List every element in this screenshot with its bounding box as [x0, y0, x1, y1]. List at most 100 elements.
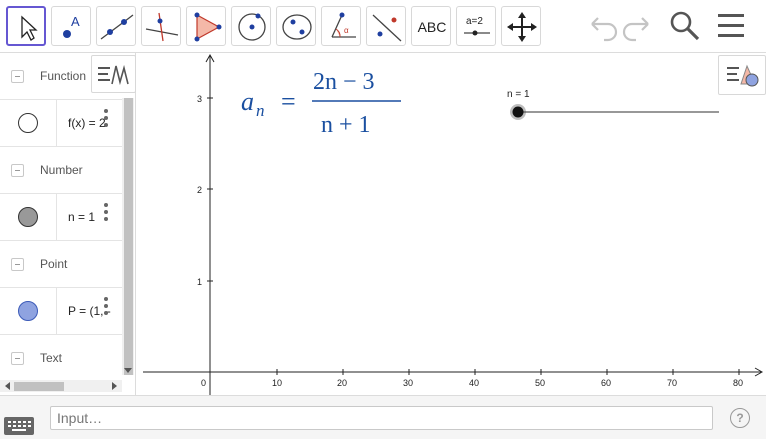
point-tool-button[interactable]: A: [51, 6, 91, 46]
horizontal-scroll-thumb[interactable]: [14, 382, 64, 391]
y-tick-label: 2: [197, 185, 202, 195]
algebra-input-field[interactable]: [50, 406, 713, 430]
redo-icon: [622, 17, 649, 42]
more-options-icon[interactable]: [103, 297, 109, 317]
function-definition[interactable]: f(x) = 2: [68, 116, 106, 130]
search-button[interactable]: [667, 8, 703, 44]
help-icon[interactable]: ?: [730, 408, 750, 428]
svg-text:α: α: [344, 26, 349, 35]
divider: [56, 100, 57, 147]
slider-knob[interactable]: [512, 106, 524, 118]
graphics-style-icon: [727, 64, 759, 87]
x-tick-label: 70: [667, 378, 677, 388]
ellipse-tool-button[interactable]: [276, 6, 316, 46]
x-tick-label: 40: [469, 378, 479, 388]
x-tick-label: 20: [337, 378, 347, 388]
text-tool-label: ABC: [417, 19, 447, 35]
x-tick-label: 60: [601, 378, 611, 388]
main-menu-button[interactable]: [714, 8, 750, 44]
number-definition[interactable]: n = 1: [68, 210, 95, 224]
menu-icon: [718, 14, 744, 37]
scroll-right-icon[interactable]: [110, 381, 120, 391]
group-label: Text: [40, 351, 63, 365]
algebra-style-icon: [98, 64, 129, 86]
more-options-icon[interactable]: [103, 203, 109, 223]
text-tool-button[interactable]: ABC: [411, 6, 451, 46]
divider: [56, 194, 57, 241]
collapse-toggle[interactable]: [11, 258, 24, 271]
graphics-canvas[interactable]: 0 10 20 30 40 50 60 70 80 1 2 3 a n = 2n…: [137, 53, 766, 395]
slider-n[interactable]: n = 1: [507, 89, 719, 120]
group-point[interactable]: Point: [0, 241, 122, 288]
algebra-view: Function f(x) = 2 Number n = 1 Point P =…: [0, 53, 136, 395]
formula-text[interactable]: a n = 2n − 3 n + 1: [241, 69, 401, 138]
input-bar: ?: [0, 395, 766, 439]
x-tick-label: 80: [733, 378, 743, 388]
visibility-marble[interactable]: [18, 207, 38, 227]
algebra-item-n[interactable]: n = 1: [0, 194, 122, 241]
redo-button[interactable]: [620, 8, 656, 44]
reflect-tool-button[interactable]: [366, 6, 406, 46]
move-tool-button[interactable]: [6, 6, 46, 46]
group-label: Number: [40, 163, 83, 177]
slider-icon: a=2: [464, 16, 490, 36]
line-icon: [100, 14, 134, 40]
undo-button[interactable]: [584, 8, 620, 44]
perpendicular-line-icon: [145, 12, 179, 42]
slider-label: n = 1: [507, 89, 530, 100]
line-tool-button[interactable]: [96, 6, 136, 46]
algebra-item-P[interactable]: P = (1, -: [0, 288, 122, 335]
collapse-toggle[interactable]: [11, 352, 24, 365]
formula-lhs-base: a: [241, 87, 254, 116]
group-label: Point: [40, 257, 68, 271]
undo-icon: [591, 17, 618, 42]
visibility-marble[interactable]: [18, 113, 38, 133]
keyboard-icon[interactable]: [4, 417, 34, 435]
group-label: Function: [40, 69, 87, 83]
polygon-tool-button[interactable]: [186, 6, 226, 46]
geogebra-app: A α ABC a=2 Function f(x) = 2 Number n =…: [0, 0, 766, 439]
scroll-left-icon[interactable]: [2, 381, 12, 391]
circle-center-tool-button[interactable]: [231, 6, 271, 46]
perpendicular-line-tool-button[interactable]: [141, 6, 181, 46]
angle-tool-button[interactable]: α: [321, 6, 361, 46]
toolbar: A α ABC a=2: [0, 0, 766, 53]
move-arrows-icon: [507, 12, 537, 42]
x-tick-label: 0: [201, 378, 206, 388]
collapse-toggle[interactable]: [11, 164, 24, 177]
group-text[interactable]: Text: [0, 335, 122, 382]
search-icon: [670, 11, 700, 41]
formula-equals: =: [281, 87, 296, 116]
move-graphics-tool-button[interactable]: [501, 6, 541, 46]
circle-icon: [238, 13, 266, 41]
formula-lhs-subscript: n: [256, 101, 265, 120]
formula-denominator: n + 1: [321, 112, 371, 138]
algebra-item-f[interactable]: f(x) = 2: [0, 100, 122, 147]
polygon-icon: [194, 12, 222, 42]
reflect-icon: [372, 14, 402, 42]
vertical-scroll-thumb[interactable]: [124, 98, 133, 375]
x-tick-label: 50: [535, 378, 545, 388]
svg-text:A: A: [71, 14, 80, 29]
y-tick-label: 3: [197, 94, 202, 104]
algebra-style-bar-toggle[interactable]: [91, 55, 136, 93]
y-ticks: 1 2 3: [197, 94, 213, 287]
angle-icon: α: [331, 12, 356, 38]
graphics-style-bar-toggle[interactable]: [718, 55, 766, 95]
graphics-view[interactable]: 0 10 20 30 40 50 60 70 80 1 2 3 a n = 2n…: [137, 53, 766, 395]
slider-tool-button[interactable]: a=2: [456, 6, 496, 46]
collapse-toggle[interactable]: [11, 70, 24, 83]
visibility-marble[interactable]: [18, 301, 38, 321]
cursor-arrow-icon: [21, 15, 38, 41]
divider: [56, 288, 57, 335]
slider-tool-label: a=2: [466, 16, 483, 27]
y-tick-label: 1: [197, 277, 202, 287]
more-options-icon[interactable]: [103, 109, 109, 129]
x-tick-label: 10: [272, 378, 282, 388]
ellipse-icon: [282, 14, 312, 40]
x-tick-label: 30: [403, 378, 413, 388]
group-number[interactable]: Number: [0, 147, 122, 194]
scroll-down-icon[interactable]: [122, 365, 134, 375]
point-icon: A: [63, 14, 80, 38]
formula-numerator: 2n − 3: [313, 69, 375, 95]
